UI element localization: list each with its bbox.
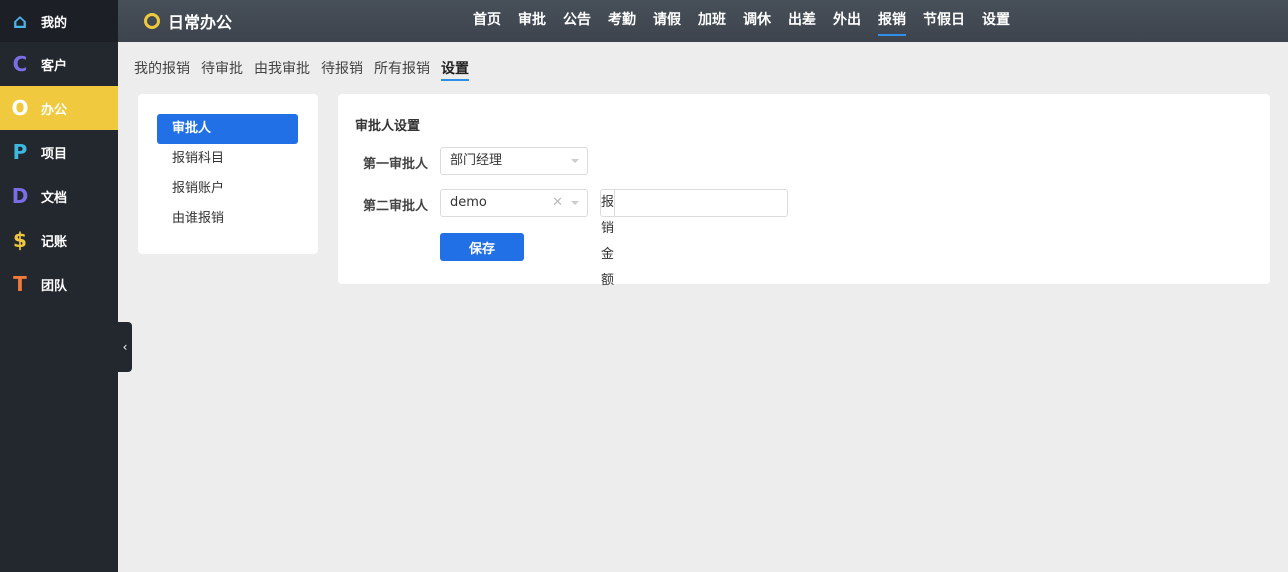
settings-menu-item[interactable]: 报销科目 xyxy=(157,144,298,174)
approver-settings-panel: 审批人设置 第一审批人 部门经理 第二审批人 demo ✕ 报销金额 保存 xyxy=(338,94,1270,288)
nav-item[interactable]: 考勤 xyxy=(608,0,636,42)
sub-tab[interactable]: 所有报销 xyxy=(374,58,430,81)
nav-item[interactable]: 公告 xyxy=(563,0,591,42)
p-letter-icon: P xyxy=(12,140,28,164)
sidebar-item-label: 客户 xyxy=(41,58,68,74)
sidebar-item[interactable]: P 项目 xyxy=(0,130,118,174)
sub-tab[interactable]: 待审批 xyxy=(201,58,243,81)
sidebar-item-label: 文档 xyxy=(41,190,68,206)
sidebar: ⌂ 我的 C 客户 O 办公 P 项目 D 文档 $ 记账 T 团队 xyxy=(0,0,118,572)
nav-item[interactable]: 审批 xyxy=(518,0,546,42)
nav-item[interactable]: 调休 xyxy=(743,0,771,42)
first-approver-value: 部门经理 xyxy=(450,153,503,168)
sidebar-item[interactable]: T 团队 xyxy=(0,262,118,306)
sub-tab[interactable]: 我的报销 xyxy=(134,58,190,81)
nav-item[interactable]: 请假 xyxy=(653,0,681,42)
nav-item[interactable]: 出差 xyxy=(788,0,816,42)
d-letter-icon: D xyxy=(11,184,29,208)
save-button[interactable]: 保存 xyxy=(440,233,524,261)
amount-input[interactable] xyxy=(615,190,793,216)
second-approver-label: 第二审批人 xyxy=(363,199,429,214)
top-bar: 日常办公 首页 审批 公告 考勤 请假 加班 调休 出差 外出 报销 节假日 设置 xyxy=(118,0,1288,42)
sidebar-item-label: 团队 xyxy=(41,278,68,294)
sidebar-item[interactable]: O 办公 xyxy=(0,86,118,130)
ring-logo-icon xyxy=(144,13,160,29)
chevron-down-icon xyxy=(571,159,579,163)
c-letter-icon: C xyxy=(12,52,28,76)
sub-tab[interactable]: 待报销 xyxy=(321,58,363,81)
brand: 日常办公 xyxy=(144,9,232,33)
sidebar-item-label: 办公 xyxy=(41,102,68,118)
main-nav: 首页 审批 公告 考勤 请假 加班 调休 出差 外出 报销 节假日 设置 xyxy=(473,0,1027,42)
sidebar-item[interactable]: D 文档 xyxy=(0,174,118,218)
nav-item[interactable]: 设置 xyxy=(982,0,1010,42)
chevron-left-icon: ‹ xyxy=(122,340,128,354)
chevron-down-icon xyxy=(571,201,579,205)
sidebar-item-label: 我的 xyxy=(41,15,68,31)
ring-icon: O xyxy=(11,96,29,120)
home-icon: ⌂ xyxy=(12,9,28,33)
settings-menu-item[interactable]: 审批人 xyxy=(157,114,298,144)
clear-icon[interactable]: ✕ xyxy=(552,190,563,216)
app-title: 日常办公 xyxy=(168,13,233,32)
first-approver-label: 第一审批人 xyxy=(363,157,429,172)
second-approver-value: demo xyxy=(450,195,487,210)
settings-menu-item[interactable]: 由谁报销 xyxy=(157,204,298,234)
nav-item[interactable]: 外出 xyxy=(833,0,861,42)
first-approver-select[interactable]: 部门经理 xyxy=(440,147,588,175)
sub-tab[interactable]: 由我审批 xyxy=(254,58,310,81)
sidebar-item-label: 记账 xyxy=(41,234,68,250)
sidebar-item[interactable]: ⌂ 我的 xyxy=(0,0,118,42)
second-approver-select[interactable]: demo ✕ xyxy=(440,189,588,217)
nav-item[interactable]: 首页 xyxy=(473,0,501,42)
nav-item[interactable]: 报销 xyxy=(878,0,906,36)
sidebar-item-label: 项目 xyxy=(41,146,68,162)
amount-field: 报销金额 xyxy=(600,189,793,288)
sidebar-item[interactable]: $ 记账 xyxy=(0,218,118,262)
sub-tabs: 我的报销 待审批 由我审批 待报销 所有报销 设置 xyxy=(134,58,480,81)
sub-tab[interactable]: 设置 xyxy=(441,58,469,81)
dollar-icon: $ xyxy=(13,228,27,252)
settings-menu-item[interactable]: 报销账户 xyxy=(157,174,298,204)
panel-title: 审批人设置 xyxy=(355,119,421,134)
nav-item[interactable]: 节假日 xyxy=(923,0,965,42)
sidebar-item[interactable]: C 客户 xyxy=(0,42,118,86)
t-letter-icon: T xyxy=(13,272,27,296)
amount-label: 报销金额 xyxy=(601,190,616,288)
settings-menu: 审批人 报销科目 报销账户 由谁报销 xyxy=(138,94,318,254)
collapse-sidebar-button[interactable]: ‹ xyxy=(118,322,132,372)
nav-item[interactable]: 加班 xyxy=(698,0,726,42)
